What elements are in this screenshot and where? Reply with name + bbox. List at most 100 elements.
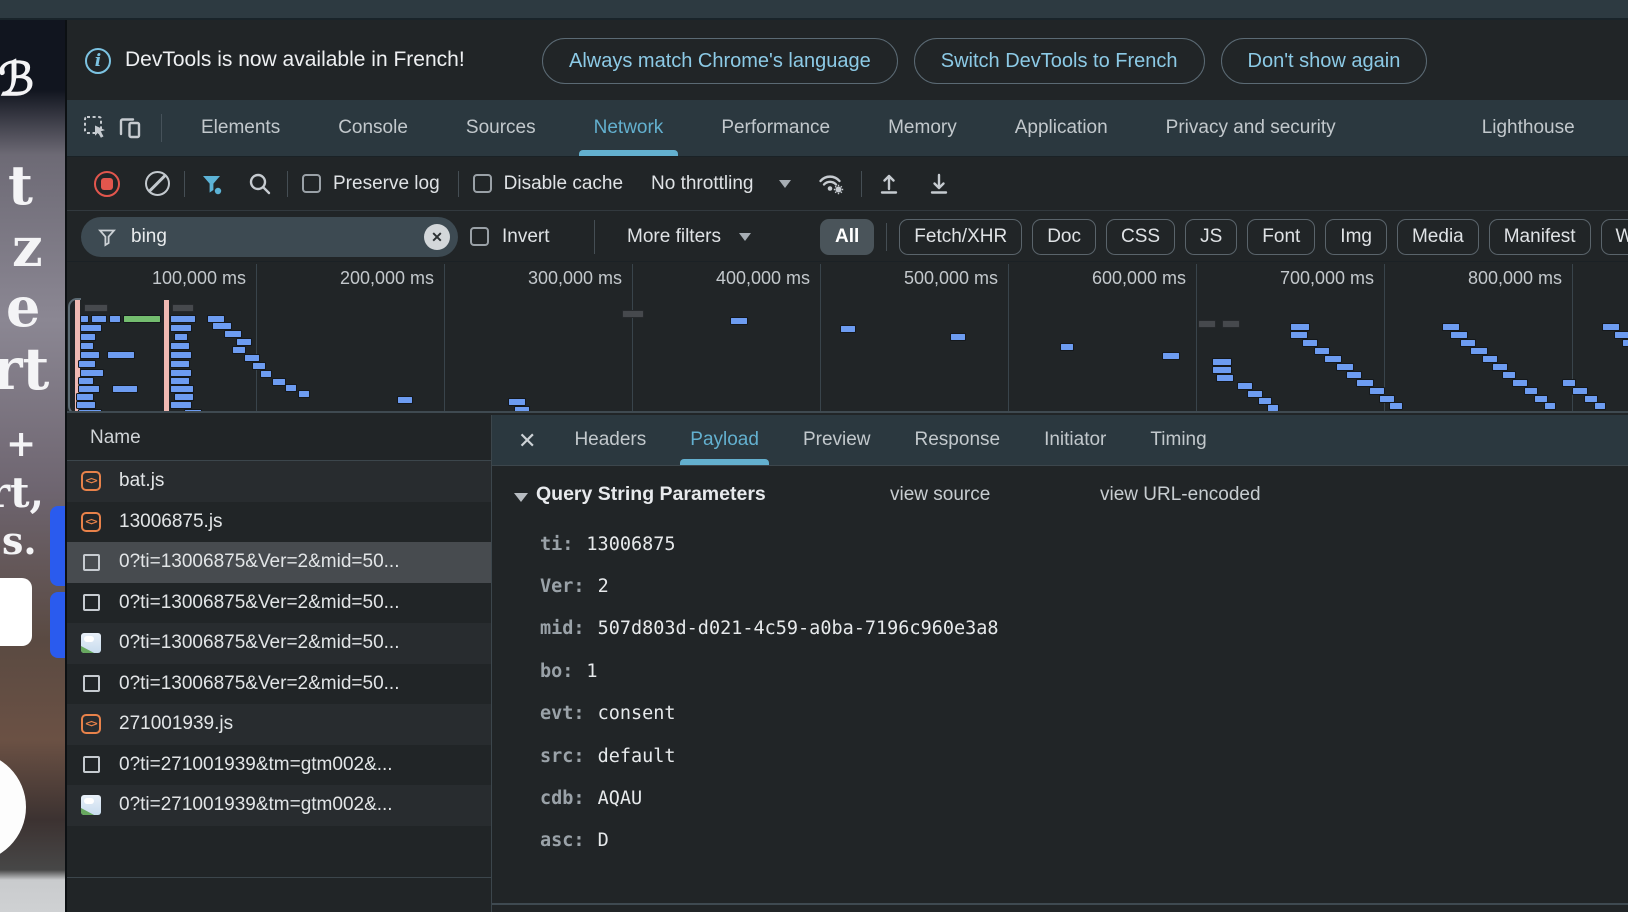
filter-chip-js[interactable]: JS [1185, 219, 1237, 255]
request-row[interactable]: <>13006875.js [67, 502, 491, 543]
filter-chip-all[interactable]: All [820, 219, 874, 255]
waterfall-bar [1524, 387, 1538, 395]
collapse-triangle-icon[interactable] [514, 493, 528, 502]
infobar-button-switch-devtools-to-french[interactable]: Switch DevTools to French [914, 38, 1205, 84]
filter-chip-ws[interactable]: WS [1601, 219, 1628, 255]
request-row[interactable]: 0?ti=13006875&Ver=2&mid=50... [67, 542, 491, 583]
infobar-button-don-t-show-again[interactable]: Don't show again [1221, 38, 1428, 84]
more-filters-label: More filters [627, 226, 721, 248]
detail-tab-timing[interactable]: Timing [1128, 415, 1228, 465]
tab-application[interactable]: Application [986, 100, 1137, 156]
image-file-icon [81, 633, 101, 653]
clear-network-log-button[interactable] [145, 171, 170, 196]
timeline-gridline [256, 264, 257, 411]
filter-toggle-button[interactable] [199, 171, 225, 197]
detail-tab-headers[interactable]: Headers [552, 415, 668, 465]
detail-tab-response[interactable]: Response [893, 415, 1023, 465]
waterfall-bar [1212, 366, 1232, 374]
request-row[interactable]: 0?ti=13006875&Ver=2&mid=50... [67, 623, 491, 664]
record-network-log-button[interactable] [94, 171, 120, 197]
request-row[interactable]: 0?ti=13006875&Ver=2&mid=50... [67, 664, 491, 705]
view-source-link[interactable]: view source [890, 484, 990, 506]
close-icon[interactable]: ✕ [518, 415, 536, 466]
tab-elements[interactable]: Elements [172, 100, 309, 156]
waterfall-bar [244, 354, 260, 362]
invert-filter-toggle[interactable]: Invert [470, 226, 550, 248]
filter-chip-css[interactable]: CSS [1106, 219, 1175, 255]
throttling-select[interactable]: No throttling [651, 173, 791, 195]
waterfall-bar [78, 409, 102, 413]
filter-chip-img[interactable]: Img [1325, 219, 1387, 255]
param-row: src:default [540, 735, 1608, 777]
waterfall-bar [1162, 352, 1180, 360]
name-column-header[interactable]: Name [67, 415, 491, 461]
network-conditions-icon[interactable] [817, 171, 847, 197]
background-page-text: s. [2, 522, 37, 560]
more-filters-button[interactable]: More filters [627, 226, 751, 248]
export-har-icon[interactable] [926, 171, 952, 197]
waterfall-bar [1614, 331, 1628, 339]
device-toolbar-icon[interactable] [113, 111, 147, 145]
tab-network[interactable]: Network [565, 100, 693, 156]
detail-tab-initiator[interactable]: Initiator [1022, 415, 1128, 465]
filter-chip-fetch-xhr[interactable]: Fetch/XHR [899, 219, 1022, 255]
request-row[interactable]: 0?ti=13006875&Ver=2&mid=50... [67, 583, 491, 624]
requests-footer-divider [67, 877, 491, 878]
filter-chip-font[interactable]: Font [1247, 219, 1315, 255]
waterfall-bar [1198, 320, 1216, 328]
filter-chip-manifest[interactable]: Manifest [1489, 219, 1591, 255]
view-url-encoded-link[interactable]: view URL-encoded [1100, 484, 1261, 506]
infobar-button-always-match-chrome-s-language[interactable]: Always match Chrome's language [542, 38, 898, 84]
waterfall-bar [1572, 387, 1588, 395]
inspect-element-icon[interactable] [79, 111, 113, 145]
tab-lighthouse[interactable]: Lighthouse [1453, 100, 1604, 156]
toolbar-divider [161, 114, 162, 142]
waterfall-bar [84, 304, 108, 312]
filter-chip-doc[interactable]: Doc [1032, 219, 1096, 255]
detail-tab-preview[interactable]: Preview [781, 415, 893, 465]
request-row[interactable]: 0?ti=271001939&tm=gtm002&... [67, 745, 491, 786]
request-name: 271001939.js [119, 713, 233, 735]
tab-sources[interactable]: Sources [437, 100, 565, 156]
request-row[interactable]: 0?ti=271001939&tm=gtm002&... [67, 785, 491, 826]
request-row[interactable]: <>bat.js [67, 461, 491, 502]
waterfall-bar [1290, 323, 1310, 331]
request-row[interactable]: <>271001939.js [67, 704, 491, 745]
waterfall-bar [112, 385, 138, 393]
invert-checkbox[interactable] [470, 227, 489, 246]
search-icon[interactable] [247, 171, 273, 197]
tab-console[interactable]: Console [309, 100, 437, 156]
query-string-section-header[interactable]: Query String Parameters view source view… [492, 477, 1628, 517]
waterfall-bar [1369, 387, 1385, 395]
param-value: AQAU [598, 788, 643, 809]
main-tabs: ElementsConsoleSourcesNetworkPerformance… [172, 100, 1604, 156]
waterfall-bar [1470, 347, 1488, 355]
tab-memory[interactable]: Memory [859, 100, 986, 156]
waterfall-bar [170, 342, 190, 350]
network-overview[interactable]: 100,000 ms200,000 ms300,000 ms400,000 ms… [67, 262, 1628, 413]
filterbar-divider [594, 220, 595, 254]
image-file-icon [81, 795, 101, 815]
window-top-band [0, 0, 1628, 20]
tab-privacy-and-security[interactable]: Privacy and security [1137, 100, 1365, 156]
filter-input[interactable]: bing ✕ [81, 217, 458, 257]
param-row: asc:D [540, 820, 1608, 862]
filter-chip-media[interactable]: Media [1397, 219, 1479, 255]
import-har-icon[interactable] [876, 171, 902, 197]
detail-tab-payload[interactable]: Payload [668, 415, 781, 465]
disable-cache-checkbox[interactable] [473, 174, 492, 193]
param-row: Ver:2 [540, 565, 1608, 607]
preserve-log-label: Preserve log [333, 173, 440, 195]
preserve-log-checkbox[interactable] [302, 174, 321, 193]
filter-funnel-icon [97, 227, 117, 247]
waterfall-bar [514, 406, 530, 413]
disable-cache-toggle[interactable]: Disable cache [473, 173, 623, 195]
timeline-gridline [444, 264, 445, 411]
param-row: bo:1 [540, 650, 1608, 692]
waterfall-bar [1460, 339, 1476, 347]
waterfall-bar [1622, 339, 1628, 347]
clear-filter-icon[interactable]: ✕ [424, 224, 450, 250]
preserve-log-toggle[interactable]: Preserve log [302, 173, 440, 195]
resource-type-chips: All Fetch/XHR Doc CSS JS Font Img Media Manifest… [820, 219, 1628, 255]
tab-performance[interactable]: Performance [692, 100, 859, 156]
